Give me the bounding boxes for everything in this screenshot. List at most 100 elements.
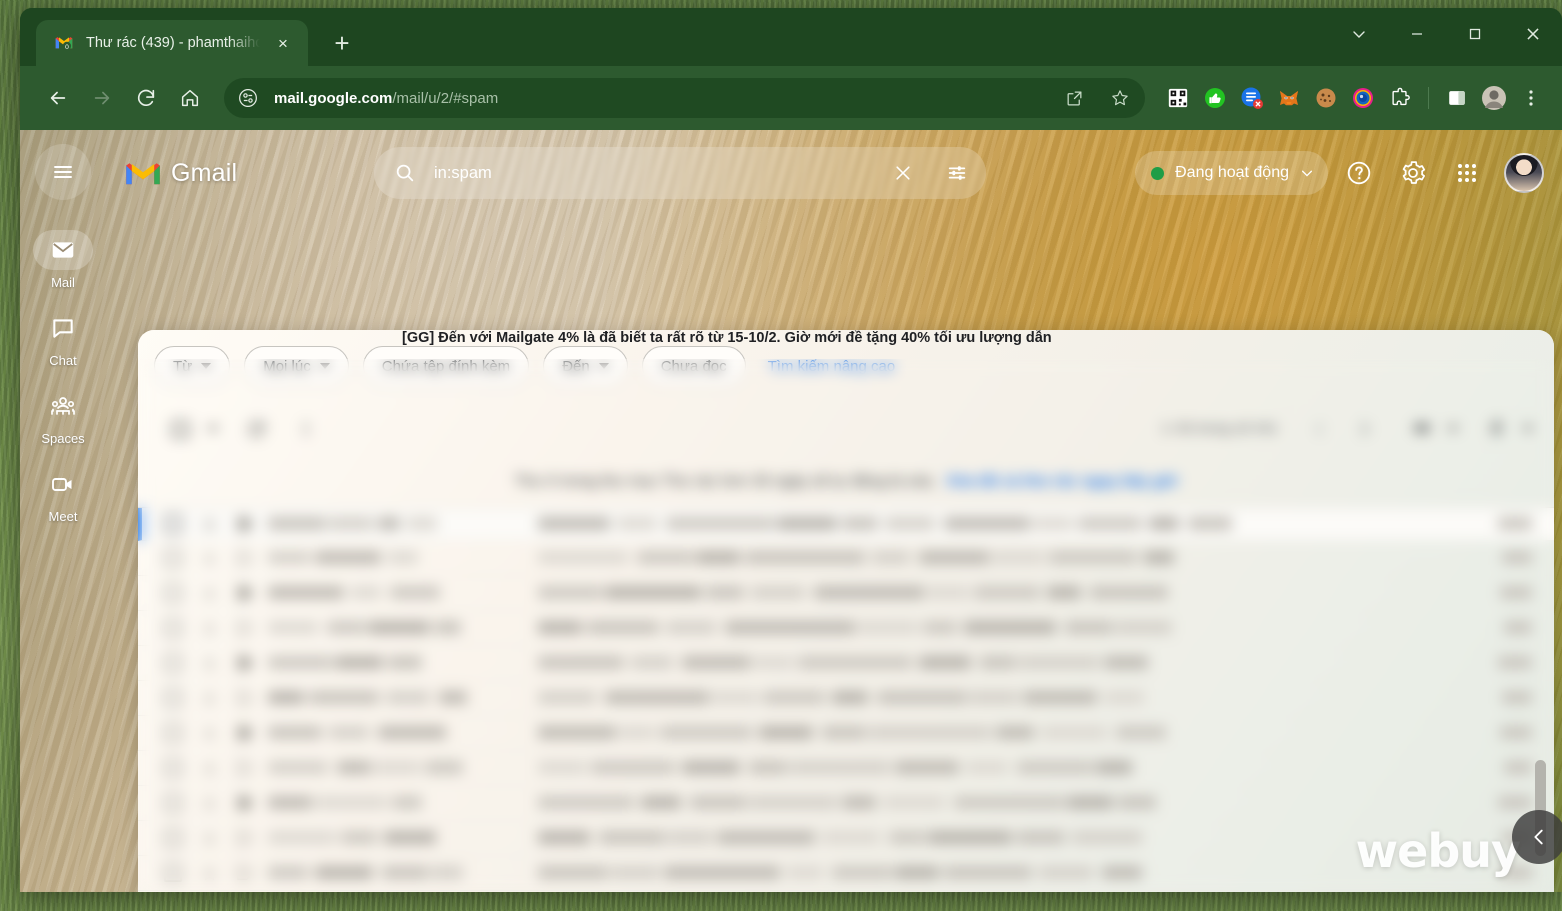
pagination-next-icon[interactable] — [1344, 409, 1384, 449]
sidebar-item-chat[interactable]: Chat — [25, 308, 101, 368]
row-checkbox[interactable] — [164, 654, 182, 672]
minimize-icon[interactable] — [1388, 8, 1446, 60]
importance-marker-icon[interactable] — [234, 515, 256, 533]
importance-marker-icon[interactable] — [234, 864, 256, 882]
colorful-ring-icon[interactable] — [1346, 81, 1380, 115]
side-panel-toggle-button[interactable] — [1512, 810, 1562, 864]
input-tools-group[interactable] — [1402, 409, 1463, 449]
row-checkbox[interactable] — [164, 515, 182, 533]
select-all-checkbox[interactable] — [160, 409, 200, 449]
row-checkbox[interactable] — [164, 619, 182, 637]
filter-chip-from[interactable]: Từ — [154, 346, 230, 386]
star-icon[interactable] — [198, 584, 220, 603]
table-row[interactable] — [138, 576, 1554, 611]
reload-icon[interactable] — [126, 78, 166, 118]
table-row[interactable] — [138, 821, 1554, 856]
google-apps-grid-icon[interactable] — [1444, 150, 1490, 196]
language-group[interactable]: ê — [1477, 409, 1538, 449]
star-icon[interactable] — [198, 654, 220, 673]
extensions-puzzle-icon[interactable] — [1383, 81, 1417, 115]
row-checkbox[interactable] — [164, 794, 182, 812]
help-icon[interactable] — [1336, 150, 1382, 196]
table-row[interactable] — [138, 541, 1554, 576]
star-icon[interactable] — [198, 829, 220, 848]
more-options-icon[interactable] — [286, 409, 326, 449]
star-icon[interactable] — [198, 515, 220, 534]
select-all-chevron-icon[interactable] — [202, 409, 224, 449]
address-bar[interactable]: mail.google.com/mail/u/2/#spam — [224, 78, 1145, 118]
blue-doc-blocker-icon[interactable] — [1235, 81, 1269, 115]
tab-close-icon[interactable]: × — [272, 32, 294, 54]
user-avatar[interactable] — [1504, 153, 1544, 193]
importance-marker-icon[interactable] — [234, 549, 256, 567]
back-icon[interactable] — [38, 78, 78, 118]
star-icon[interactable] — [198, 549, 220, 568]
sidebar-item-meet[interactable]: Meet — [25, 464, 101, 524]
star-icon[interactable] — [198, 794, 220, 813]
chrome-menu-icon[interactable] — [1514, 81, 1548, 115]
site-settings-icon[interactable] — [234, 84, 262, 112]
metamask-fox-icon[interactable] — [1272, 81, 1306, 115]
advanced-search-link[interactable]: Tìm kiếm nâng cao — [768, 358, 896, 375]
row-checkbox[interactable] — [164, 864, 182, 882]
star-icon[interactable] — [198, 619, 220, 638]
browser-tab[interactable]: 0 Thư rác (439) - phamthaihoc@g × — [36, 20, 308, 66]
importance-marker-icon[interactable] — [234, 584, 256, 602]
table-row[interactable] — [138, 611, 1554, 646]
star-icon[interactable] — [198, 724, 220, 743]
new-tab-button[interactable]: + — [322, 23, 362, 63]
search-bar[interactable]: in:spam — [374, 147, 986, 199]
refresh-icon[interactable] — [236, 409, 276, 449]
importance-marker-icon[interactable] — [234, 829, 256, 847]
filter-chip-unread[interactable]: Chưa đọc — [642, 346, 746, 386]
table-row[interactable] — [138, 751, 1554, 786]
sidebar-item-spaces[interactable]: Spaces — [25, 386, 101, 446]
close-icon[interactable] — [1504, 8, 1562, 60]
bookmark-star-icon[interactable] — [1103, 81, 1137, 115]
search-clear-icon[interactable] — [884, 154, 922, 192]
cookie-icon[interactable] — [1309, 81, 1343, 115]
sidebar-item-mail[interactable]: Mail — [25, 230, 101, 290]
row-checkbox[interactable] — [164, 689, 182, 707]
tab-search-chevron-icon[interactable] — [1330, 8, 1388, 60]
star-icon[interactable] — [198, 864, 220, 883]
home-icon[interactable] — [170, 78, 210, 118]
importance-marker-icon[interactable] — [234, 654, 256, 672]
importance-marker-icon[interactable] — [234, 724, 256, 742]
green-thumb-icon[interactable] — [1198, 81, 1232, 115]
status-chip[interactable]: Đang hoạt động — [1135, 151, 1328, 195]
input-tools-chevron-icon[interactable] — [1443, 409, 1463, 449]
settings-gear-icon[interactable] — [1390, 150, 1436, 196]
row-checkbox[interactable] — [164, 829, 182, 847]
table-row[interactable] — [138, 891, 1554, 892]
table-row[interactable] — [138, 786, 1554, 821]
table-row[interactable] — [138, 646, 1554, 681]
pagination-prev-icon[interactable] — [1300, 409, 1340, 449]
share-icon[interactable] — [1057, 81, 1091, 115]
input-tools-icon[interactable] — [1402, 409, 1442, 449]
gmail-logo[interactable]: Gmail — [124, 159, 374, 188]
star-icon[interactable] — [198, 689, 220, 708]
table-row[interactable] — [138, 856, 1554, 891]
filter-chip-has-attachment[interactable]: Chứa tệp đính kèm — [363, 346, 529, 386]
row-checkbox[interactable] — [164, 759, 182, 777]
search-input[interactable]: in:spam — [434, 164, 868, 183]
side-panel-icon[interactable] — [1440, 81, 1474, 115]
row-checkbox[interactable] — [164, 584, 182, 602]
star-icon[interactable] — [198, 759, 220, 778]
profile-avatar-icon[interactable] — [1477, 81, 1511, 115]
delete-all-spam-link[interactable]: Xóa tất cả thư rác ngay bây giờ — [946, 473, 1178, 491]
filter-chip-to[interactable]: Đến — [543, 346, 628, 386]
table-row[interactable] — [138, 716, 1554, 751]
importance-marker-icon[interactable] — [234, 794, 256, 812]
language-chevron-icon[interactable] — [1518, 409, 1538, 449]
importance-marker-icon[interactable] — [234, 619, 256, 637]
table-row[interactable] — [138, 508, 1554, 541]
row-checkbox[interactable] — [164, 549, 182, 567]
table-row[interactable] — [138, 681, 1554, 716]
importance-marker-icon[interactable] — [234, 759, 256, 777]
qr-code-icon[interactable] — [1161, 81, 1195, 115]
maximize-icon[interactable] — [1446, 8, 1504, 60]
search-options-icon[interactable] — [938, 154, 976, 192]
hamburger-menu-icon[interactable] — [35, 144, 91, 200]
